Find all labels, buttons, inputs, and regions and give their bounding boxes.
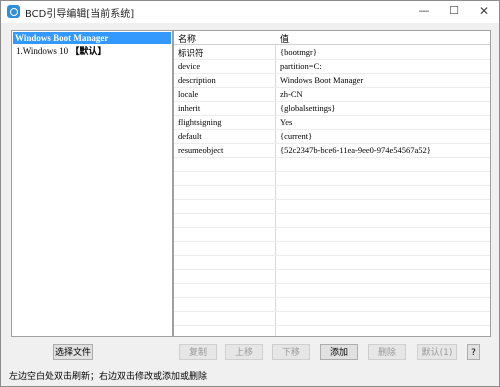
- property-grid[interactable]: 名称 值 标识符 {bootmgr} device partition=C: descr…: [173, 30, 491, 337]
- grid-line: [174, 255, 490, 256]
- grid-line: [174, 241, 490, 242]
- row-value-cell[interactable]: Yes: [280, 117, 292, 127]
- table-row[interactable]: inherit {globalsettings}: [174, 101, 490, 115]
- grid-line: [174, 129, 490, 130]
- row-name-cell[interactable]: default: [178, 131, 202, 141]
- boot-entry-tree[interactable]: Windows Boot Manager 1.Windows 10 【默认】: [11, 30, 173, 337]
- grid-line: [174, 101, 490, 102]
- header-name: 名称: [178, 35, 197, 45]
- grid-line: [174, 311, 490, 312]
- grid-line: [174, 115, 490, 116]
- add-button[interactable]: 添加: [320, 344, 358, 360]
- default-tag: 【默认】: [70, 46, 107, 56]
- grid-line: [174, 213, 490, 214]
- row-name-cell[interactable]: description: [178, 75, 216, 85]
- row-value-cell[interactable]: {current}: [280, 131, 312, 141]
- help-button[interactable]: ?: [467, 344, 480, 360]
- grid-line: [174, 87, 490, 88]
- table-row[interactable]: 标识符 {bootmgr}: [174, 45, 490, 59]
- row-name-cell[interactable]: locale: [178, 89, 198, 99]
- row-name-cell[interactable]: device: [178, 61, 200, 71]
- status-bar-text: 左边空白处双击刷新；右边双击修改或添加或删除: [9, 372, 208, 382]
- close-button[interactable]: ✕: [475, 3, 493, 19]
- row-name-cell[interactable]: inherit: [178, 103, 200, 113]
- grid-header: 名称 值: [174, 31, 490, 45]
- row-name-cell[interactable]: resumeobject: [178, 145, 223, 155]
- grid-line: [174, 73, 490, 74]
- table-row[interactable]: resumeobject {52c2347b-bce6-11ea-9ee0-974…: [174, 143, 490, 157]
- minimize-button[interactable]: —: [415, 3, 433, 19]
- row-value-cell[interactable]: Windows Boot Manager: [280, 75, 363, 85]
- set-default-button[interactable]: 默认(1): [417, 344, 457, 360]
- grid-line: [174, 199, 490, 200]
- row-value-cell[interactable]: partition=C:: [280, 61, 322, 71]
- window-title: BCD引导编辑[当前系统]: [25, 9, 135, 20]
- move-down-button[interactable]: 下移: [272, 344, 310, 360]
- grid-line: [174, 283, 490, 284]
- grid-line: [174, 269, 490, 270]
- grid-line: [174, 59, 490, 60]
- row-name-cell[interactable]: 标识符: [178, 47, 204, 59]
- row-value-cell[interactable]: {globalsettings}: [280, 103, 335, 113]
- table-row[interactable]: default {current}: [174, 129, 490, 143]
- grid-line: [174, 171, 490, 172]
- table-row[interactable]: locale zh-CN: [174, 87, 490, 101]
- row-name-cell[interactable]: flightsigning: [178, 117, 221, 127]
- table-row[interactable]: description Windows Boot Manager: [174, 73, 490, 87]
- row-value-cell[interactable]: {52c2347b-bce6-11ea-9ee0-974e54567a52}: [280, 145, 431, 155]
- grid-line: [174, 227, 490, 228]
- row-value-cell[interactable]: {bootmgr}: [280, 47, 317, 57]
- grid-line: [174, 325, 490, 326]
- row-value-cell[interactable]: zh-CN: [280, 89, 303, 99]
- copy-button[interactable]: 复制: [179, 344, 217, 360]
- title-bar: BCD引导编辑[当前系统] — ☐ ✕: [1, 1, 499, 23]
- app-window: BCD引导编辑[当前系统] — ☐ ✕ Windows Boot Manager…: [0, 0, 500, 387]
- header-value: 值: [280, 35, 290, 45]
- tree-item-boot-manager[interactable]: Windows Boot Manager: [13, 32, 171, 44]
- tree-item-label: 1.Windows 10: [16, 46, 71, 56]
- grid-line: [174, 157, 490, 158]
- tree-item-windows10[interactable]: 1.Windows 10 【默认】: [13, 45, 106, 57]
- grid-line: [174, 185, 490, 186]
- app-icon: [7, 5, 20, 18]
- select-file-button[interactable]: 选择文件: [53, 344, 93, 360]
- table-row[interactable]: flightsigning Yes: [174, 115, 490, 129]
- grid-line: [174, 297, 490, 298]
- delete-button[interactable]: 删除: [368, 344, 406, 360]
- maximize-button[interactable]: ☐: [445, 3, 463, 19]
- move-up-button[interactable]: 上移: [225, 344, 263, 360]
- grid-line: [174, 143, 490, 144]
- table-row[interactable]: device partition=C:: [174, 59, 490, 73]
